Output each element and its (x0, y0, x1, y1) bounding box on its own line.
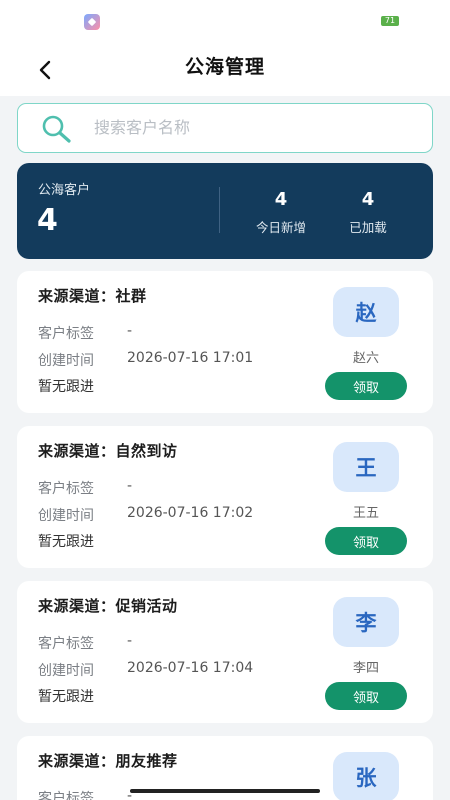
claim-button[interactable]: 领取 (325, 682, 407, 710)
tag-value: - (127, 633, 133, 649)
battery-icon: 71 (381, 16, 399, 26)
status-bar: 71 (0, 0, 450, 44)
search-input[interactable] (94, 104, 414, 151)
follow-status: 暂无跟进 (38, 534, 94, 550)
tag-label: 客户标签 (38, 791, 94, 800)
claim-button[interactable]: 领取 (325, 527, 407, 555)
summary-count: 4 (37, 203, 58, 238)
tag-label: 客户标签 (38, 636, 94, 652)
page-title: 公海管理 (184, 56, 265, 78)
customer-name: 李四 (352, 661, 379, 676)
header: 公海管理 (0, 44, 450, 96)
stat-today-new: 4 今日新增 (241, 189, 321, 236)
stat-label: 今日新增 (255, 220, 306, 235)
summary-panel: 公海客户 4 4 今日新增 4 已加载 (17, 163, 433, 259)
search-bar[interactable] (17, 103, 433, 153)
source-channel-title: 来源渠道：朋友推荐 (38, 752, 178, 770)
created-value: 2026-07-16 17:04 (127, 660, 254, 676)
source-channel-title: 来源渠道：社群 (38, 287, 147, 305)
customer-card[interactable]: 来源渠道：社群 客户标签 - 创建时间 2026-07-16 17:01 暂无跟… (17, 271, 433, 413)
stat-value: 4 (274, 189, 288, 210)
stat-loaded: 4 已加载 (328, 189, 408, 236)
avatar: 李 (333, 597, 399, 647)
claim-button[interactable]: 领取 (325, 372, 407, 400)
divider (219, 187, 220, 233)
source-channel-title: 来源渠道：自然到访 (38, 442, 178, 460)
customer-name: 王五 (352, 506, 379, 521)
summary-label: 公海客户 (38, 183, 91, 198)
home-indicator (130, 789, 320, 793)
customer-card[interactable]: 来源渠道：自然到访 客户标签 - 创建时间 2026-07-16 17:02 暂… (17, 426, 433, 568)
customer-name: 赵六 (352, 351, 379, 366)
created-label: 创建时间 (38, 508, 94, 524)
tag-value: - (127, 323, 133, 339)
stat-label: 已加载 (349, 220, 387, 235)
customer-card[interactable]: 来源渠道：促销活动 客户标签 - 创建时间 2026-07-16 17:04 暂… (17, 581, 433, 723)
tag-value: - (127, 478, 133, 494)
avatar: 王 (333, 442, 399, 492)
search-icon (42, 115, 71, 143)
created-label: 创建时间 (38, 353, 94, 369)
tag-label: 客户标签 (38, 481, 94, 497)
app-notification-icon (84, 14, 100, 30)
follow-status: 暂无跟进 (38, 689, 94, 705)
follow-status: 暂无跟进 (38, 379, 94, 395)
source-channel-title: 来源渠道：促销活动 (38, 597, 178, 615)
created-value: 2026-07-16 17:02 (127, 505, 254, 521)
avatar: 赵 (333, 287, 399, 337)
stat-value: 4 (361, 189, 375, 210)
avatar: 张 (333, 752, 399, 800)
created-value: 2026-07-16 17:01 (127, 350, 254, 366)
tag-label: 客户标签 (38, 326, 94, 342)
created-label: 创建时间 (38, 663, 94, 679)
